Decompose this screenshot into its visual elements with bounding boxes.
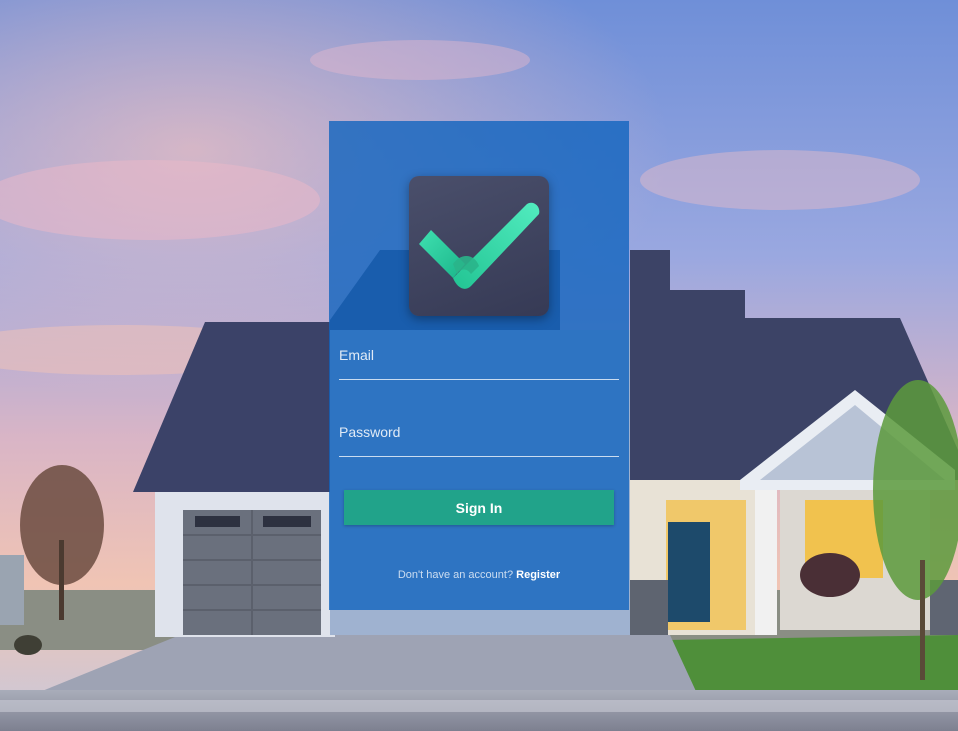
checkmark-icon	[419, 202, 540, 289]
register-prompt-line: Don't have an account? Register	[329, 569, 629, 581]
password-input[interactable]	[339, 434, 623, 458]
sign-in-button[interactable]: Sign In	[344, 490, 614, 525]
password-field: Password	[339, 424, 623, 458]
email-input[interactable]	[339, 357, 623, 381]
register-prompt-text: Don't have an account?	[397, 569, 514, 581]
app-logo	[409, 176, 549, 316]
login-panel: Email Password Sign In Don't have an acc…	[329, 121, 629, 610]
register-link[interactable]: Register	[516, 569, 560, 581]
email-field: Email	[339, 347, 623, 381]
